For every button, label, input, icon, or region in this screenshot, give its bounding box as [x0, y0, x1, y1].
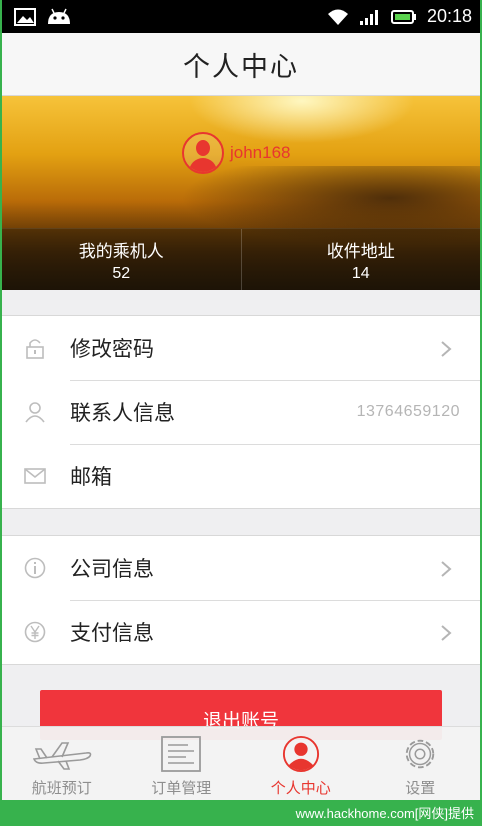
- stat-label: 我的乘机人: [78, 241, 164, 262]
- user-icon: [282, 735, 319, 773]
- list-item-label: 支付信息: [70, 621, 154, 645]
- list-item-email[interactable]: 邮箱: [2, 444, 480, 508]
- screen: 20:18 个人中心 john168 我的乘机人 52 收件地址 14 修改密码…: [2, 0, 480, 800]
- list-item-company-info[interactable]: 公司信息: [2, 536, 480, 600]
- page-title: 个人中心: [183, 51, 299, 83]
- mail-icon: [24, 468, 46, 484]
- contact-phone-value: 13764659120: [356, 403, 460, 420]
- list-item-label: 公司信息: [70, 557, 154, 581]
- chevron-right-icon: [441, 625, 452, 641]
- status-bar: 20:18: [2, 0, 480, 33]
- stat-addresses[interactable]: 收件地址 14: [240, 229, 481, 290]
- android-icon: [48, 8, 70, 24]
- info-icon: [24, 557, 46, 579]
- tab-settings[interactable]: 设置: [361, 727, 481, 800]
- battery-icon: [390, 9, 416, 24]
- tab-label: 订单管理: [151, 779, 212, 797]
- tab-label: 航班预订: [31, 779, 92, 797]
- avatar[interactable]: [182, 132, 224, 174]
- profile-header[interactable]: john168: [182, 132, 291, 174]
- clock: 20:18: [426, 6, 472, 26]
- watermark: www.hackhome.com[网侠]提供: [295, 806, 474, 821]
- tab-order-management[interactable]: 订单管理: [122, 727, 242, 800]
- chevron-right-icon: [441, 341, 452, 357]
- list-item-payment-info[interactable]: 支付信息: [2, 600, 480, 664]
- chevron-right-icon: [441, 561, 452, 577]
- tab-label: 个人中心: [270, 779, 331, 797]
- tab-flight-booking[interactable]: 航班预订: [2, 727, 122, 800]
- list-item-label: 修改密码: [70, 337, 154, 361]
- account-settings-list: 修改密码 联系人信息 13764659120 邮箱: [2, 315, 480, 509]
- yen-icon: [24, 621, 46, 643]
- stat-passengers[interactable]: 我的乘机人 52: [2, 229, 241, 290]
- list-item-label: 邮箱: [70, 465, 112, 489]
- info-settings-list: 公司信息 支付信息: [2, 535, 480, 665]
- list-item-change-password[interactable]: 修改密码: [2, 316, 480, 380]
- profile-banner: john168 我的乘机人 52 收件地址 14: [2, 96, 480, 290]
- title-bar: 个人中心: [2, 33, 480, 96]
- tab-label: 设置: [405, 779, 436, 797]
- username: john168: [230, 143, 291, 162]
- bottom-tab-bar: 航班预订 订单管理 个人中心 设置: [2, 726, 480, 800]
- wifi-icon: [327, 9, 348, 25]
- gear-icon: [406, 739, 435, 769]
- person-icon: [25, 402, 45, 423]
- document-icon: [161, 736, 202, 772]
- stat-label: 收件地址: [326, 241, 395, 262]
- tab-personal-center[interactable]: 个人中心: [241, 727, 361, 800]
- list-item-contact-info[interactable]: 联系人信息 13764659120: [2, 380, 480, 444]
- signal-icon: [359, 9, 378, 25]
- stat-value: 14: [351, 264, 370, 282]
- lock-icon: [26, 339, 44, 359]
- airplane-icon: [32, 742, 92, 770]
- stat-value: 52: [112, 264, 131, 282]
- picture-icon: [14, 7, 36, 26]
- profile-stats: 我的乘机人 52 收件地址 14: [2, 228, 480, 290]
- list-item-label: 联系人信息: [70, 401, 175, 425]
